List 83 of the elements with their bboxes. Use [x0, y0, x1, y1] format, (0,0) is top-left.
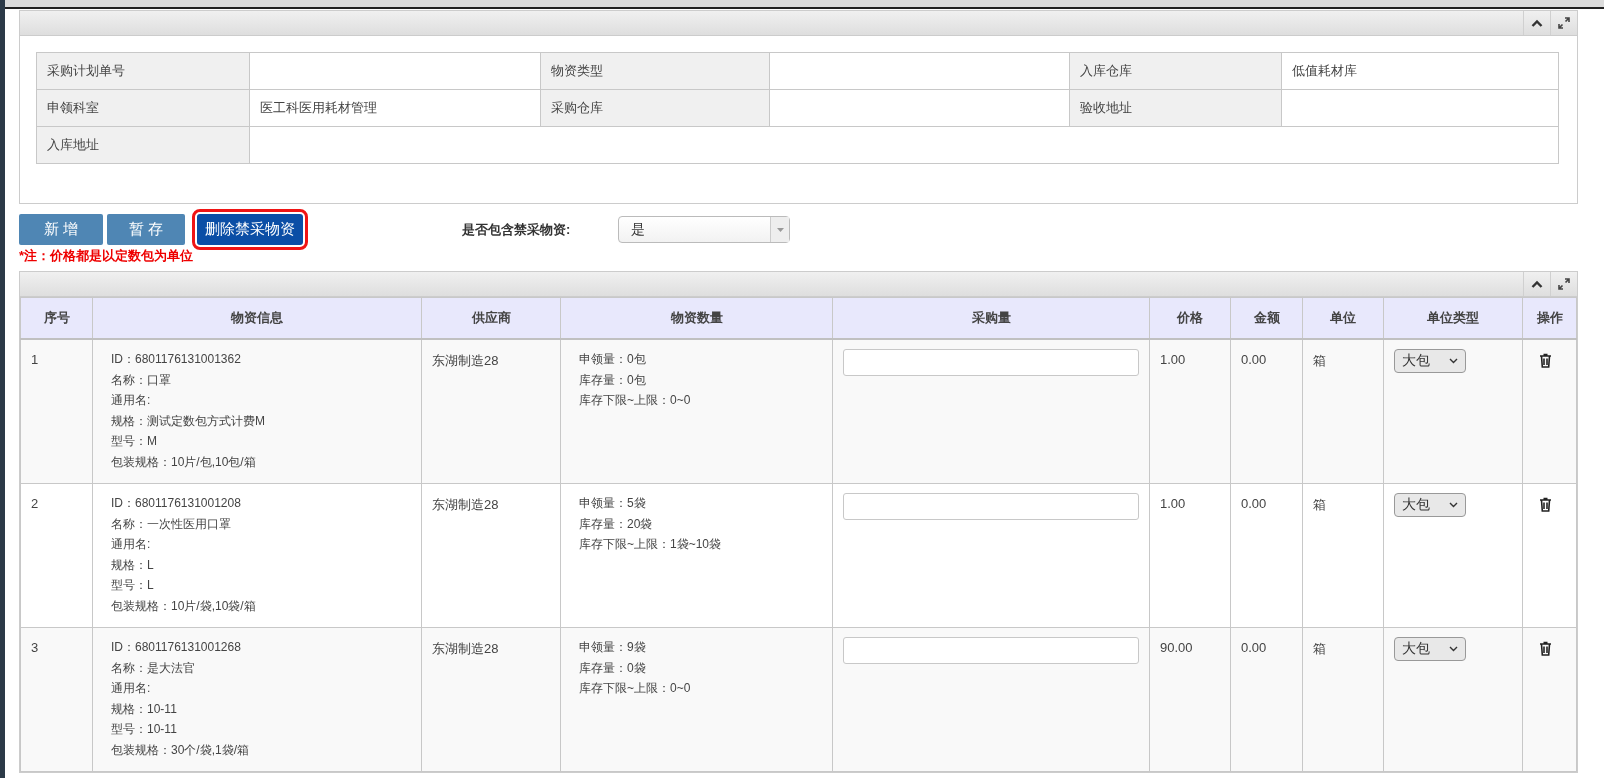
column-header: 单位: [1302, 297, 1384, 339]
collapse-icon[interactable]: [1531, 280, 1543, 288]
row-number: 2: [20, 483, 93, 628]
expand-icon[interactable]: [1558, 278, 1570, 290]
amount-cell: 0.00: [1230, 339, 1303, 484]
item-info-line: ID：6801176131001208: [111, 495, 242, 512]
field-label: 采购仓库: [540, 89, 770, 127]
toolbar-button[interactable]: 暂 存: [107, 214, 185, 245]
field-label: 验收地址: [1069, 89, 1282, 127]
item-info-line: ID：6801176131001268: [111, 639, 242, 656]
price-cell: 1.00: [1149, 339, 1231, 484]
item-info-line: 包装规格：30个/袋,1袋/箱: [111, 741, 251, 759]
item-info-line: 通用名:: [111, 392, 152, 409]
price-cell: 1.00: [1149, 483, 1231, 628]
delete-icon[interactable]: [1539, 353, 1552, 368]
column-header: 供应商: [421, 297, 561, 339]
filter-label: 是否包含禁采物资:: [462, 220, 571, 239]
collapse-icon[interactable]: [1531, 19, 1543, 27]
quantity-line: 库存下限~上限：0~0: [579, 680, 692, 697]
column-header: 单位类型: [1383, 297, 1523, 339]
column-header: 序号: [20, 297, 93, 339]
unit-type-dropdown[interactable]: 大包: [1394, 493, 1466, 517]
chevron-down-icon: [1449, 646, 1458, 652]
purchase-quantity-field[interactable]: [843, 493, 1139, 520]
supplier-cell: 东湖制造28: [421, 627, 561, 772]
unit-cell: 箱: [1302, 627, 1384, 772]
amount-cell: 0.00: [1230, 627, 1303, 772]
filter-dropdown[interactable]: 是: [618, 216, 791, 243]
item-info-line: 名称：是大法官: [111, 659, 196, 677]
quantity-line: 申领量：0包: [579, 351, 647, 368]
item-info-line: 包装规格：10片/袋,10袋/箱: [111, 597, 257, 615]
quantity-line: 库存下限~上限：1袋~10袋: [579, 536, 723, 553]
quantity-line: 库存量：0袋: [579, 659, 647, 677]
field-label: 入库地址: [36, 126, 250, 164]
expand-icon[interactable]: [1558, 17, 1570, 29]
item-info-line: ID：6801176131001362: [111, 351, 242, 368]
column-header: 物资数量: [560, 297, 833, 339]
quantity-line: 申领量：5袋: [579, 495, 647, 512]
delete-icon[interactable]: [1539, 497, 1552, 512]
chevron-down-icon: [1449, 502, 1458, 508]
price-note: *注：价格都是以定数包为单位: [19, 247, 195, 265]
item-info-line: 名称：口罩: [111, 371, 172, 389]
unit-cell: 箱: [1302, 483, 1384, 628]
supplier-cell: 东湖制造28: [421, 483, 561, 628]
field-value: 医工科医用耗材管理: [249, 89, 541, 127]
delete-icon[interactable]: [1539, 641, 1552, 656]
field-label: 申领科室: [36, 89, 250, 127]
column-header: 操作: [1522, 297, 1577, 339]
unit-type-dropdown[interactable]: 大包: [1394, 349, 1466, 373]
item-info-line: 规格：L: [111, 556, 155, 574]
dropdown-arrow-icon: [776, 227, 784, 232]
item-info-line: 型号：10-11: [111, 721, 178, 738]
field-value: 低值耗材库: [1281, 52, 1559, 90]
item-info-line: 名称：一次性医用口罩: [111, 515, 232, 533]
field-label: 物资类型: [540, 52, 770, 90]
field-label: 采购计划单号: [36, 52, 250, 90]
column-header: 采购量: [832, 297, 1150, 339]
supplier-cell: 东湖制造28: [421, 339, 561, 484]
unit-type-dropdown[interactable]: 大包: [1394, 637, 1466, 661]
item-info-line: 规格：测试定数包方式计费M: [111, 412, 266, 430]
amount-cell: 0.00: [1230, 483, 1303, 628]
column-header: 金额: [1230, 297, 1303, 339]
unit-cell: 箱: [1302, 339, 1384, 484]
item-info-line: 通用名:: [111, 536, 152, 553]
quantity-line: 库存量：20袋: [579, 515, 654, 533]
field-label: 入库仓库: [1069, 52, 1282, 90]
chevron-down-icon: [1449, 358, 1458, 364]
row-number: 1: [20, 339, 93, 484]
quantity-line: 库存下限~上限：0~0: [579, 392, 692, 409]
column-header: 价格: [1149, 297, 1231, 339]
row-number: 3: [20, 627, 93, 772]
toolbar-button[interactable]: 新 增: [19, 214, 103, 245]
column-header: 物资信息: [92, 297, 422, 339]
purchase-quantity-field[interactable]: [843, 637, 1139, 664]
price-cell: 90.00: [1149, 627, 1231, 772]
item-info-line: 包装规格：10片/包,10包/箱: [111, 453, 257, 471]
item-info-line: 规格：10-11: [111, 700, 178, 718]
quantity-line: 库存量：0包: [579, 371, 647, 389]
item-info-line: 型号：L: [111, 577, 155, 594]
quantity-line: 申领量：9袋: [579, 639, 647, 656]
item-info-line: 通用名:: [111, 680, 152, 697]
purchase-quantity-field[interactable]: [843, 349, 1139, 376]
item-info-line: 型号：M: [111, 433, 158, 450]
